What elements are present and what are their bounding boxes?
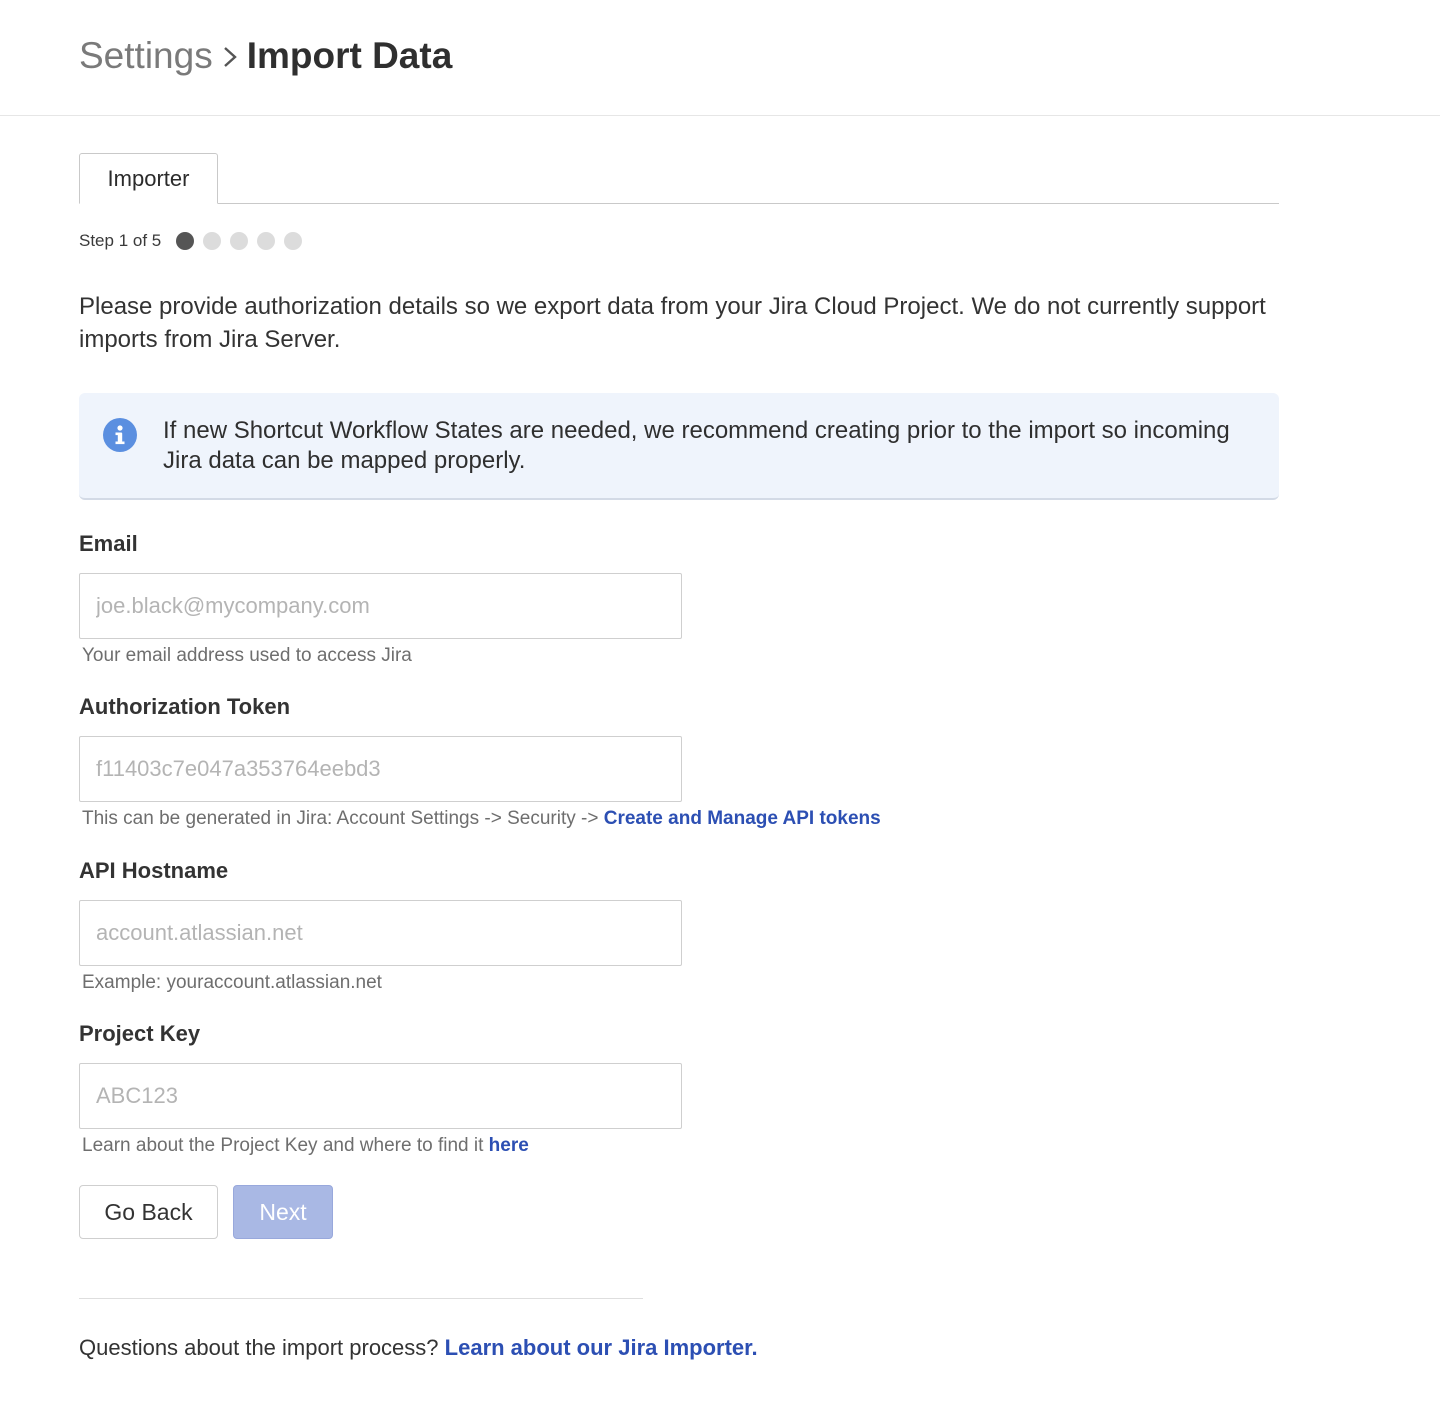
authorization-token-field[interactable] xyxy=(79,736,682,802)
breadcrumb: Settings Import Data xyxy=(79,32,452,80)
info-callout: If new Shortcut Workflow States are need… xyxy=(79,393,1279,500)
chevron-right-icon xyxy=(213,32,247,80)
breadcrumb-settings-link[interactable]: Settings xyxy=(79,32,213,80)
email-field[interactable] xyxy=(79,573,682,639)
go-back-button[interactable]: Go Back xyxy=(79,1185,218,1239)
divider xyxy=(79,1298,643,1299)
project-key-field[interactable] xyxy=(79,1063,682,1129)
api-hostname-field[interactable] xyxy=(79,900,682,966)
email-label: Email xyxy=(79,531,138,556)
project-key-help-text: Learn about the Project Key and where to… xyxy=(82,1135,484,1156)
info-icon xyxy=(103,418,137,452)
page-title: Import Data xyxy=(246,35,453,76)
page-header: Settings Import Data xyxy=(0,0,1440,116)
project-key-here-link[interactable]: here xyxy=(489,1135,529,1156)
token-help-text: This can be generated in Jira: Account S… xyxy=(82,808,599,829)
step-label: Step 1 of 5 xyxy=(79,231,162,250)
footer: Questions about the import process? Lear… xyxy=(79,1335,758,1361)
footer-text: Questions about the import process? xyxy=(79,1335,439,1360)
step-indicator: Step 1 of 5 xyxy=(79,228,311,254)
email-help-text: Your email address used to access Jira xyxy=(82,645,412,666)
step-dots xyxy=(176,232,311,250)
tab-bar: Importer xyxy=(79,153,1279,204)
token-label: Authorization Token xyxy=(79,694,291,719)
step-dot-1 xyxy=(176,232,195,250)
step-dot-4 xyxy=(257,232,276,250)
project-key-help: Learn about the Project Key and where to… xyxy=(82,1135,529,1157)
step-dot-3 xyxy=(230,232,249,250)
intro-text: Please provide authorization details so … xyxy=(79,293,1266,353)
next-button[interactable]: Next xyxy=(233,1185,333,1239)
step-dot-5 xyxy=(284,232,303,250)
jira-importer-docs-link[interactable]: Learn about our Jira Importer. xyxy=(445,1335,758,1360)
tab-importer[interactable]: Importer xyxy=(79,153,218,204)
hostname-label: API Hostname xyxy=(79,858,229,883)
step-dot-2 xyxy=(203,232,222,250)
project-key-label: Project Key xyxy=(79,1021,201,1046)
create-api-tokens-link[interactable]: Create and Manage API tokens xyxy=(604,808,881,829)
info-callout-text: If new Shortcut Workflow States are need… xyxy=(163,417,1230,474)
hostname-help-text: Example: youraccount.atlassian.net xyxy=(82,972,382,993)
token-help: This can be generated in Jira: Account S… xyxy=(82,808,881,830)
